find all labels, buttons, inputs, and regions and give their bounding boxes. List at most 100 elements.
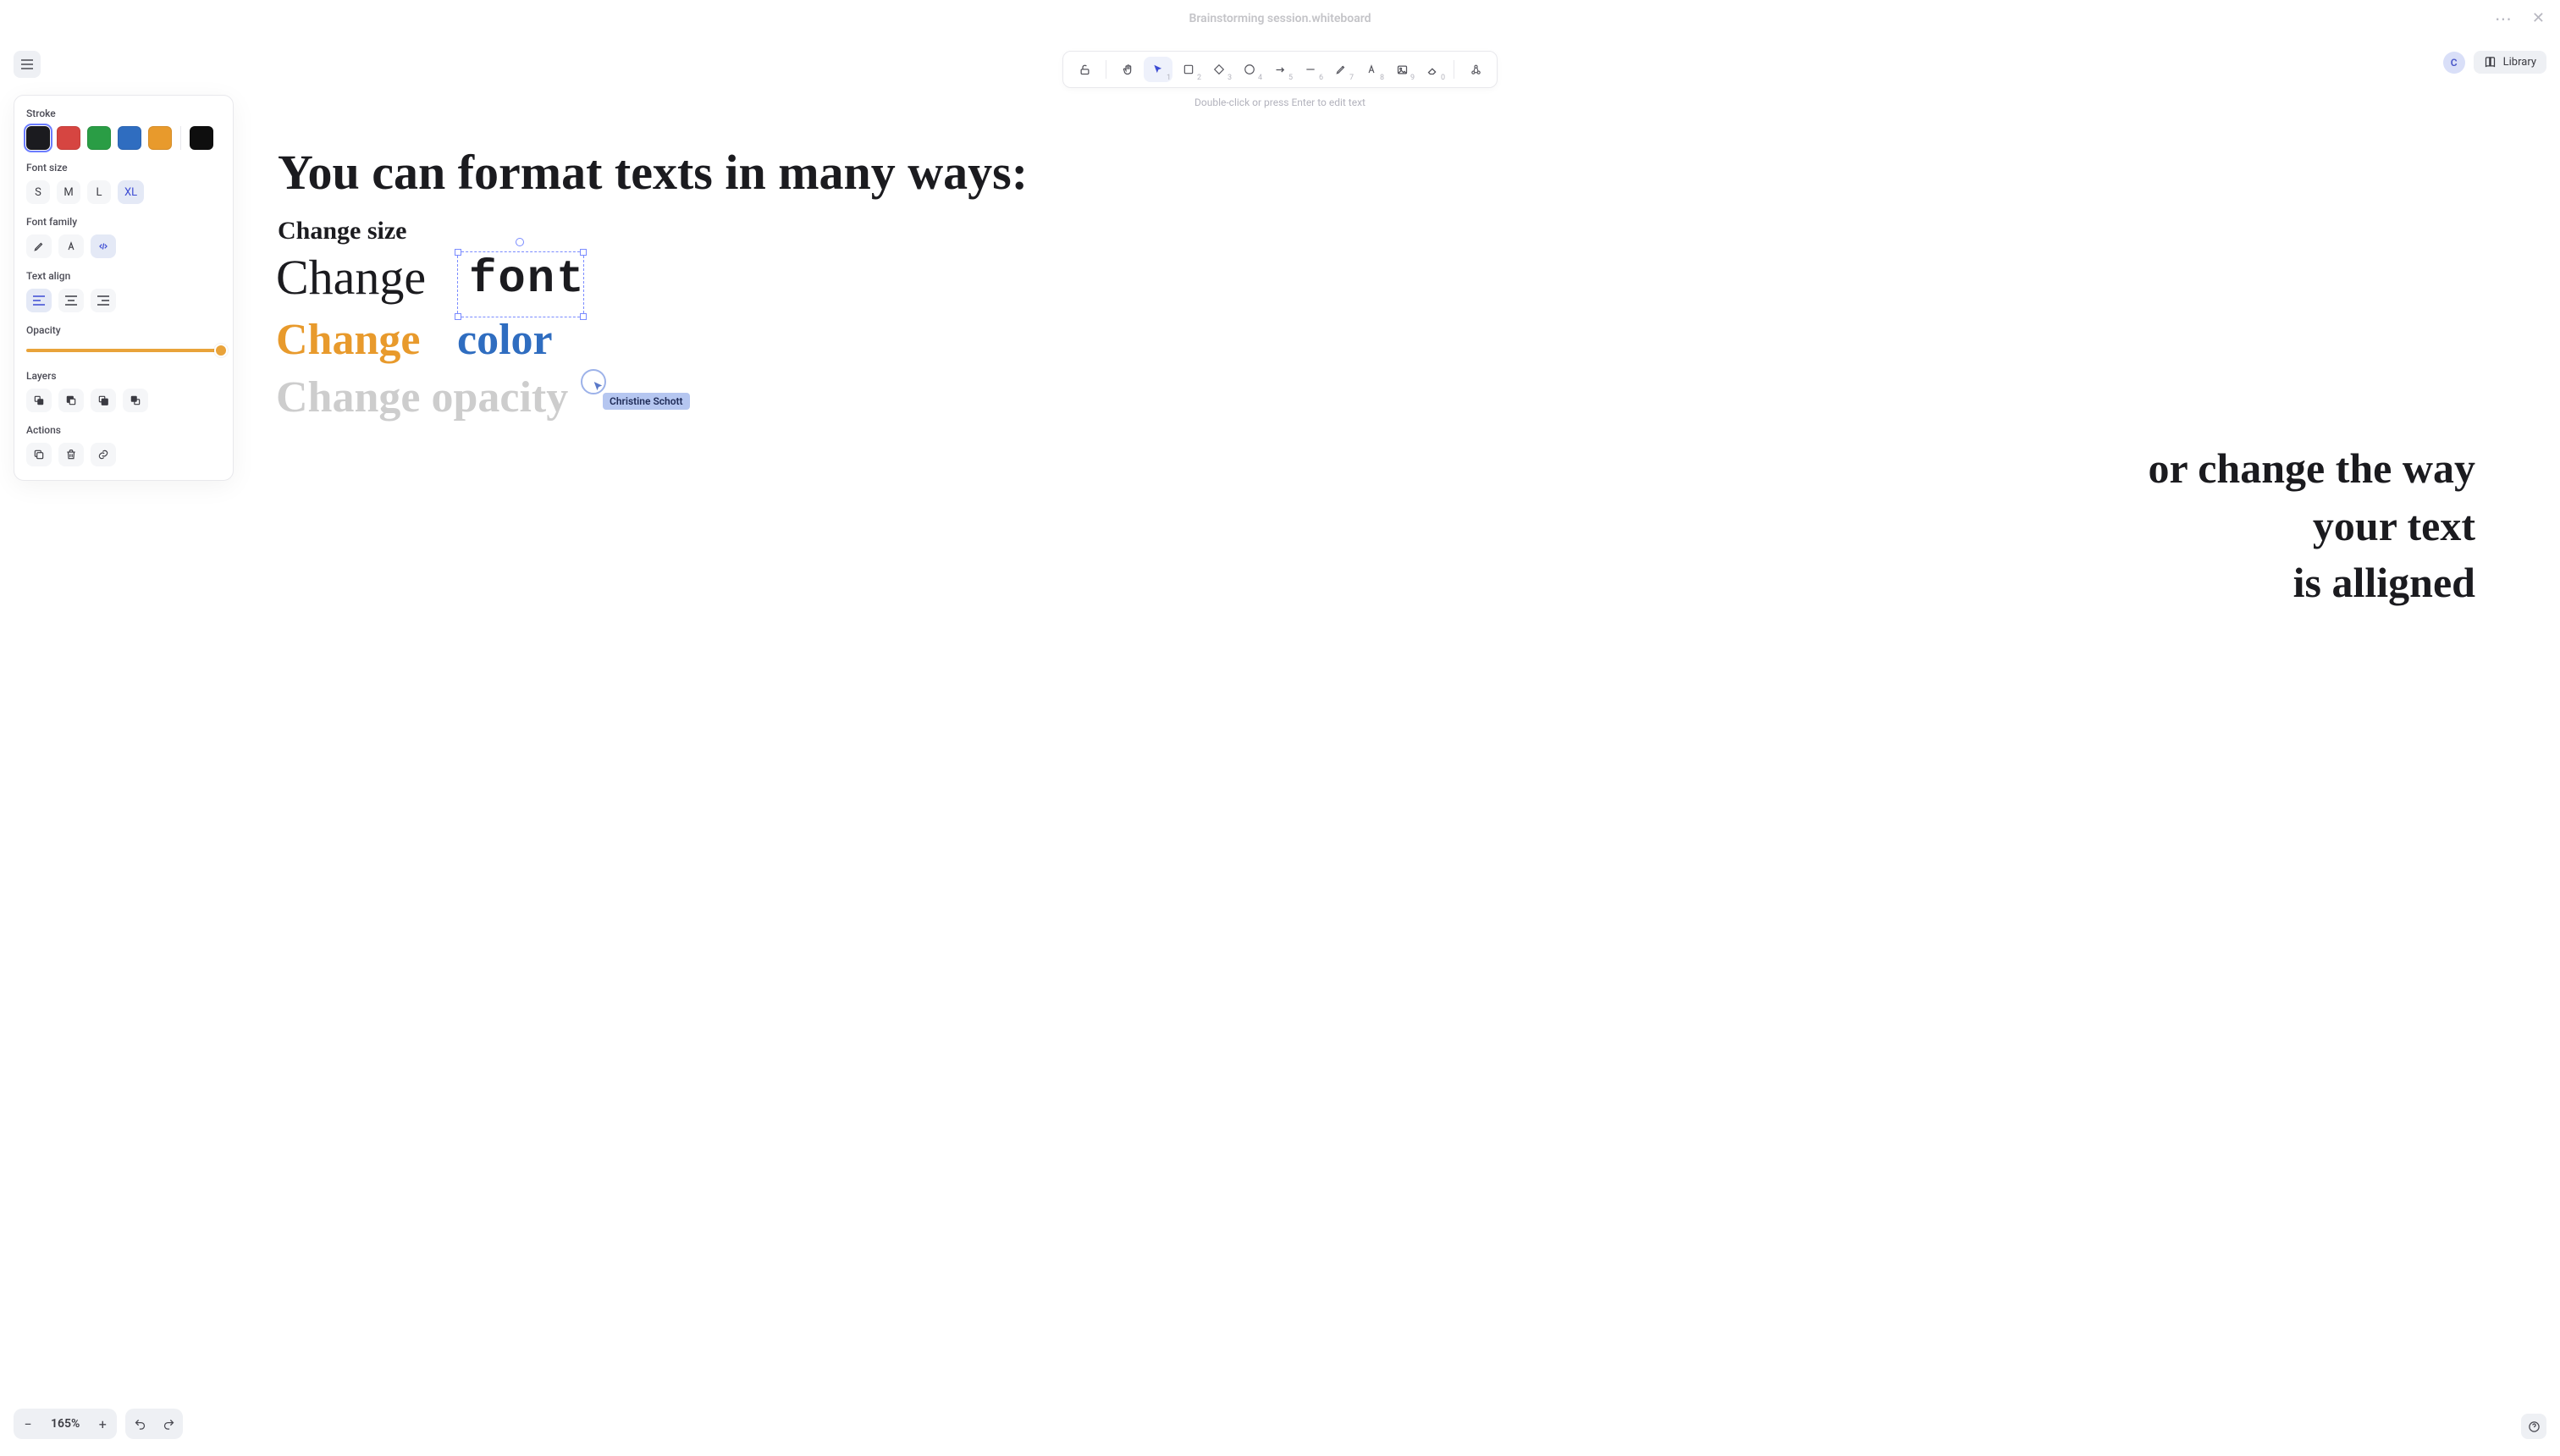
color-swatch-red[interactable] <box>57 126 80 150</box>
pencil-icon <box>33 240 45 252</box>
selection-handle-br[interactable] <box>580 313 587 320</box>
selection-rotate-handle[interactable] <box>516 238 524 246</box>
fontfamily-normal[interactable] <box>58 234 84 258</box>
shortcut-num: 0 <box>1441 74 1445 82</box>
canvas-text-changesize[interactable]: Change size <box>278 217 407 245</box>
layer-bring-forward[interactable] <box>91 389 116 412</box>
link-icon <box>97 449 109 461</box>
canvas-text-change-serif[interactable]: Change <box>276 249 426 306</box>
tool-select[interactable]: 1 <box>1144 57 1172 82</box>
fontfamily-label: Font family <box>26 216 221 228</box>
selection-handle-tr[interactable] <box>580 249 587 256</box>
bring-forward-icon <box>97 394 109 406</box>
zoom-in-button[interactable]: + <box>88 1416 117 1432</box>
layer-bring-to-front[interactable] <box>123 389 148 412</box>
align-right-icon <box>97 295 109 306</box>
action-duplicate[interactable] <box>26 443 52 466</box>
tool-eraser[interactable]: 0 <box>1418 57 1447 82</box>
menu-button[interactable] <box>14 51 41 78</box>
tool-shapes-extra[interactable] <box>1461 57 1490 82</box>
zoom-out-button[interactable]: − <box>14 1416 42 1432</box>
user-avatar[interactable]: C <box>2443 52 2465 74</box>
help-button[interactable] <box>2521 1414 2546 1439</box>
history-pill <box>125 1409 183 1439</box>
menu-icon <box>21 59 33 69</box>
line-icon <box>1305 63 1316 75</box>
fontsize-m[interactable]: M <box>57 180 80 204</box>
selection-handle-bl[interactable] <box>455 313 461 320</box>
help-icon <box>2528 1420 2541 1433</box>
library-label: Library <box>2503 56 2536 69</box>
color-swatch-black[interactable] <box>26 126 50 150</box>
canvas-text-color-blue[interactable]: color <box>457 315 553 365</box>
tool-lock[interactable] <box>1070 57 1099 82</box>
action-delete[interactable] <box>58 443 84 466</box>
bottom-left-controls: − 165% + <box>14 1409 183 1439</box>
opacity-slider[interactable] <box>26 343 221 358</box>
color-swatch-current[interactable] <box>190 126 213 150</box>
layer-send-to-back[interactable] <box>26 389 52 412</box>
properties-panel: Stroke Font size S M L XL Font family <box>14 95 234 481</box>
font-a-icon <box>65 240 77 252</box>
tool-draw[interactable]: 7 <box>1327 57 1355 82</box>
actions-label: Actions <box>26 424 221 436</box>
eraser-icon <box>1426 63 1439 76</box>
action-link[interactable] <box>91 443 116 466</box>
shortcut-num: 5 <box>1288 74 1293 82</box>
tool-diamond[interactable]: 3 <box>1205 57 1233 82</box>
color-swatch-green[interactable] <box>87 126 111 150</box>
canvas-text-change-opacity[interactable]: Change opacity <box>276 372 568 422</box>
tool-arrow[interactable]: 5 <box>1266 57 1294 82</box>
align-center[interactable] <box>58 289 84 312</box>
library-button[interactable]: Library <box>2474 51 2546 74</box>
tool-text[interactable]: 8 <box>1357 57 1386 82</box>
selection-handle-tl[interactable] <box>455 249 461 256</box>
textalign-label: Text align <box>26 270 221 282</box>
color-swatch-blue[interactable] <box>118 126 141 150</box>
undo-icon <box>134 1418 146 1431</box>
cursor-icon <box>1152 63 1164 75</box>
canvas-text-aligned[interactable]: or change the way your text is alligned <box>2018 440 2475 612</box>
square-icon <box>1183 63 1194 75</box>
selection-box[interactable] <box>457 251 584 317</box>
fontsize-label: Font size <box>26 162 221 174</box>
canvas-text-heading[interactable]: You can format texts in many ways: <box>278 144 1028 201</box>
stroke-label: Stroke <box>26 108 221 119</box>
fontsize-xl[interactable]: XL <box>118 180 144 204</box>
tool-line[interactable]: 6 <box>1296 57 1325 82</box>
toolbar-hint: Double-click or press Enter to edit text <box>1194 97 1366 108</box>
tool-rectangle[interactable]: 2 <box>1174 57 1203 82</box>
tool-hand[interactable] <box>1113 57 1142 82</box>
stroke-swatches <box>26 126 221 150</box>
layer-send-backward[interactable] <box>58 389 84 412</box>
tool-image[interactable]: 9 <box>1388 57 1416 82</box>
lock-open-icon <box>1079 63 1091 76</box>
collaborator-name: Christine Schott <box>603 393 690 410</box>
align-left-icon <box>33 295 45 306</box>
top-right-controls: C Library <box>2443 51 2546 74</box>
shortcut-num: 4 <box>1258 74 1262 82</box>
shortcut-num: 9 <box>1410 74 1415 82</box>
redo-button[interactable] <box>154 1418 183 1431</box>
shortcut-num: 8 <box>1380 74 1384 82</box>
send-to-back-icon <box>33 394 45 406</box>
slider-knob[interactable] <box>214 344 228 357</box>
fontsize-l[interactable]: L <box>87 180 111 204</box>
canvas[interactable]: You can format texts in many ways: Chang… <box>0 0 2560 1456</box>
shortcut-num: 1 <box>1167 74 1171 82</box>
bring-to-front-icon <box>130 394 141 406</box>
color-swatch-orange[interactable] <box>148 126 172 150</box>
tool-ellipse[interactable]: 4 <box>1235 57 1264 82</box>
zoom-level[interactable]: 165% <box>42 1417 88 1431</box>
align-right[interactable] <box>91 289 116 312</box>
canvas-text-change-orange[interactable]: Change <box>276 315 420 365</box>
shortcut-num: 3 <box>1228 74 1232 82</box>
shortcut-num: 2 <box>1197 74 1201 82</box>
undo-button[interactable] <box>125 1418 154 1431</box>
fontfamily-hand[interactable] <box>26 234 52 258</box>
trash-icon <box>65 449 77 461</box>
fontfamily-code[interactable] <box>91 234 116 258</box>
shortcut-num: 7 <box>1349 74 1354 82</box>
align-left[interactable] <box>26 289 52 312</box>
fontsize-s[interactable]: S <box>26 180 50 204</box>
